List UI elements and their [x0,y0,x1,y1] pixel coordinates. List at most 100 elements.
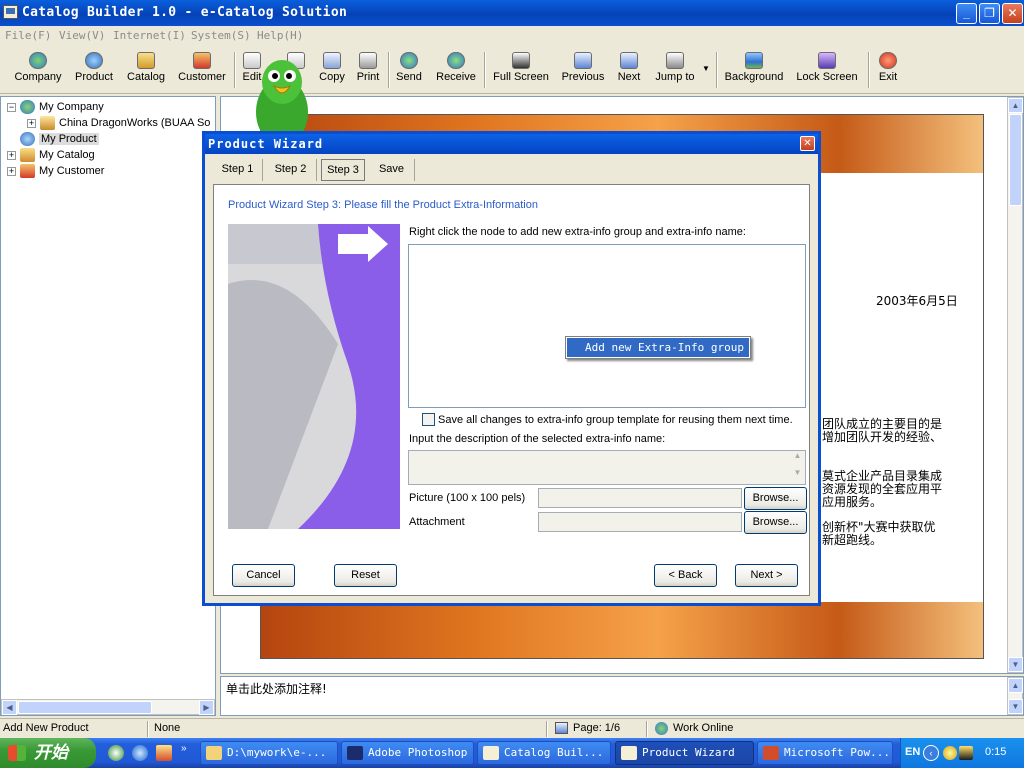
receive-icon [447,52,465,69]
menu-file[interactable]: File(F) [5,29,51,42]
language-indicator[interactable]: EN [905,746,920,758]
taskbar-item-catalog-builder[interactable]: Catalog Buil... [477,741,611,765]
page-icon [555,722,568,734]
menu-help[interactable]: Help(H) [257,29,303,42]
save-template-label: Save all changes to extra-info group tem… [438,414,793,426]
picture-browse-button[interactable]: Browse... [744,487,807,510]
tree-item-customer[interactable]: + My Customer [7,163,104,179]
wizard-heading: Product Wizard Step 3: Please fill the P… [228,199,538,211]
taskbar-item-explorer[interactable]: D:\mywork\e-... [200,741,338,765]
taskbar-item-photoshop[interactable]: Adobe Photoshop [341,741,474,765]
scroll-up-icon[interactable]: ▲ [790,451,805,467]
expand-icon[interactable]: + [7,150,16,160]
taskbar-item-powerpoint[interactable]: Microsoft Pow... [757,741,893,765]
notes-pane[interactable]: 单击此处添加注释! ▲ ▼ [220,676,1024,716]
scroll-up-icon[interactable]: ▲ [1008,678,1023,693]
picture-field[interactable] [538,488,742,508]
menu-internet[interactable]: Internet(I) [113,29,186,42]
tab-step2[interactable]: Step 2 [265,159,317,181]
jumpto-button[interactable]: Jump to [654,50,696,90]
quicklaunch-app-icon[interactable] [156,745,172,761]
print-button[interactable]: Print [354,50,382,90]
copy-icon [323,52,341,69]
quicklaunch-more-icon[interactable]: » [181,743,187,754]
status-online: Work Online [673,722,734,734]
tab-step3[interactable]: Step 3 [321,159,365,181]
dialog-title: Product Wizard [208,137,324,151]
exit-button[interactable]: Exit [876,50,900,90]
notes-scrollbar[interactable]: ▲ ▼ [1007,677,1023,715]
company-button[interactable]: Company [12,50,64,90]
scroll-down-icon[interactable]: ▼ [1008,699,1023,714]
catalog-icon [137,52,155,69]
tab-save[interactable]: Save [369,159,415,181]
next-step-button[interactable]: Next > [735,564,798,587]
context-menu: Add new Extra-Info group [565,336,751,359]
product-button[interactable]: Product [70,50,118,90]
scroll-thumb[interactable] [18,701,152,714]
scroll-down-icon[interactable]: ▼ [1008,657,1023,672]
back-button[interactable]: < Back [654,564,717,587]
cancel-button[interactable]: Cancel [232,564,295,587]
start-button[interactable]: 开始 [0,738,96,768]
slide-text-line: 新超跑线。 [822,533,883,547]
menu-view[interactable]: View(V) [59,29,105,42]
tree-item-catalog[interactable]: + My Catalog [7,147,95,163]
tray-expand-icon[interactable]: ‹ [923,745,939,761]
attachment-browse-button[interactable]: Browse... [744,511,807,534]
scroll-left-icon[interactable]: ◀ [2,700,17,715]
next-button[interactable]: Next [616,50,642,90]
window-titlebar: Catalog Builder 1.0 - e-Catalog Solution… [0,0,1024,26]
clock: 0:15 [985,746,1007,758]
tray-app-icon[interactable] [943,746,957,760]
reset-button[interactable]: Reset [334,564,397,587]
save-template-checkbox[interactable] [422,413,435,426]
background-button[interactable]: Background [724,50,784,90]
wizard-panel: Product Wizard Step 3: Please fill the P… [213,184,810,596]
product-icon [20,132,35,147]
scroll-down-icon[interactable]: ▼ [790,468,805,484]
extra-info-tree[interactable] [408,244,806,408]
tree-item-company-child[interactable]: + China DragonWorks (BUAA So [27,115,210,131]
globe-icon [29,52,47,69]
app-icon [621,746,637,760]
tree-item-product[interactable]: My Product [7,131,99,147]
restore-button[interactable]: ❐ [979,3,1000,24]
scroll-up-icon[interactable]: ▲ [1008,98,1023,113]
send-button[interactable]: Send [394,50,424,90]
context-item-add-group[interactable]: Add new Extra-Info group [567,338,749,357]
customer-button[interactable]: Customer [176,50,228,90]
tree-horizontal-scrollbar[interactable]: ◀ ▶ [1,699,215,715]
collapse-icon[interactable]: − [7,102,16,112]
tab-step1[interactable]: Step 1 [213,159,263,181]
status-bar: Add New Product None Page: 1/6 Work Onli… [0,718,1024,738]
dialog-close-button[interactable]: ✕ [800,136,815,151]
catalog-button[interactable]: Catalog [124,50,168,90]
expand-icon[interactable]: + [7,166,16,176]
wizard-side-graphic [228,224,400,529]
receive-button[interactable]: Receive [434,50,478,90]
content-vertical-scrollbar[interactable]: ▲ ▼ [1007,97,1023,673]
expand-icon[interactable]: + [27,118,36,128]
scroll-right-icon[interactable]: ▶ [199,700,214,715]
menu-system[interactable]: System(S) [191,29,251,42]
taskbar-item-product-wizard[interactable]: Product Wizard [615,741,754,765]
copy-button[interactable]: Copy [316,50,348,90]
jumpto-dropdown-icon[interactable]: ▼ [702,64,710,73]
internet-explorer-icon[interactable] [132,745,148,761]
minimize-button[interactable]: _ [956,3,977,24]
lockscreen-button[interactable]: Lock Screen [796,50,858,90]
lock-icon [818,52,836,69]
close-button[interactable]: ✕ [1002,3,1023,24]
tray-app-icon[interactable] [959,746,973,760]
wizard-side-image [228,224,400,529]
customer-icon [20,164,35,179]
media-player-icon[interactable] [108,745,124,761]
fullscreen-button[interactable]: Full Screen [492,50,550,90]
tree-item-company[interactable]: − My Company [7,99,104,115]
scroll-thumb[interactable] [1009,114,1022,206]
attachment-field[interactable] [538,512,742,532]
product-wizard-dialog: Product Wizard ✕ Step 1 Step 2 Step 3 Sa… [202,131,821,606]
previous-button[interactable]: Previous [560,50,606,90]
description-textarea[interactable]: ▲ ▼ [408,450,806,485]
